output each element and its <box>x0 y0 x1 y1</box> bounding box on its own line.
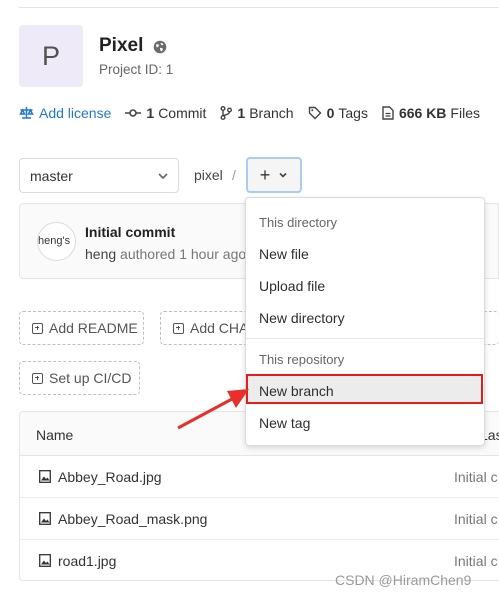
commits-label: Commit <box>158 105 207 121</box>
files-size: 666 KB <box>398 105 447 121</box>
scale-icon <box>19 107 34 119</box>
tags-label: Tags <box>338 105 368 121</box>
file-commit[interactable]: Initial c <box>454 553 498 569</box>
commit-icon <box>125 109 142 117</box>
branches-count: 1 <box>237 105 246 121</box>
plus-square-icon <box>32 372 43 384</box>
watermark: CSDN @HiramChen9 <box>335 572 472 588</box>
file-icon <box>382 106 394 120</box>
project-stats: Add license 1 Commit 1 Branch 0 Tags 666… <box>19 104 494 122</box>
table-row[interactable]: Abbey_Road_mask.png Initial c <box>20 498 499 540</box>
chevron-down-icon <box>279 172 287 178</box>
commit-title[interactable]: Initial commit <box>85 224 175 240</box>
add-readme-label: Add README <box>49 320 138 336</box>
plus-icon: + <box>259 165 271 185</box>
setup-ci-button[interactable]: Set up CI/CD <box>19 361 140 395</box>
commit-author[interactable]: heng <box>85 246 116 262</box>
commit-meta: heng authored 1 hour ago <box>85 246 246 262</box>
breadcrumb-separator: / <box>232 167 236 183</box>
add-changelog-button[interactable]: Add CHA <box>160 311 248 345</box>
column-name: Name <box>36 427 74 443</box>
file-name[interactable]: Abbey_Road.jpg <box>58 469 162 485</box>
file-name[interactable]: Abbey_Road_mask.png <box>58 511 207 527</box>
add-readme-button[interactable]: Add README <box>19 311 144 345</box>
branches-label: Branch <box>249 105 294 121</box>
image-file-icon <box>39 554 51 567</box>
avatar-alt-text: heng's <box>38 235 71 247</box>
file-name[interactable]: road1.jpg <box>58 553 116 569</box>
project-title[interactable]: Pixel <box>99 35 143 57</box>
branch-selector-value: master <box>30 167 73 184</box>
table-row[interactable]: Abbey_Road.jpg Initial c <box>20 456 499 498</box>
tags-count: 0 <box>326 105 335 121</box>
add-license-label: Add license <box>39 105 112 121</box>
commit-action: authored <box>120 246 176 262</box>
menu-item-upload-file[interactable]: Upload file <box>259 278 325 294</box>
dropdown-header-directory: This directory <box>259 215 338 230</box>
breadcrumb-repo[interactable]: pixel <box>194 167 223 183</box>
commits-count: 1 <box>146 105 155 121</box>
add-to-tree-button[interactable]: + <box>246 157 302 193</box>
add-license-link[interactable]: Add license <box>19 105 111 121</box>
commits-link[interactable]: 1 Commit <box>125 105 206 121</box>
commit-author-avatar[interactable]: heng's <box>37 222 76 261</box>
menu-item-new-directory[interactable]: New directory <box>259 310 345 326</box>
commit-time: 1 hour ago <box>179 246 247 262</box>
branches-link[interactable]: 1 Branch <box>220 105 294 121</box>
image-file-icon <box>39 470 51 483</box>
menu-item-new-branch[interactable]: New branch <box>259 383 334 399</box>
image-file-icon <box>39 512 51 525</box>
tag-icon <box>308 106 322 120</box>
add-dropdown-menu: This directory New file Upload file New … <box>245 197 485 446</box>
branch-icon <box>220 106 233 120</box>
setup-ci-label: Set up CI/CD <box>49 370 132 386</box>
dropdown-divider <box>246 338 484 339</box>
add-changelog-label: Add CHA <box>190 320 248 336</box>
project-id: Project ID: 1 <box>99 62 174 77</box>
files-link[interactable]: 666 KB Files <box>382 105 480 121</box>
file-commit[interactable]: Initial c <box>454 511 498 527</box>
top-divider <box>19 7 499 8</box>
plus-square-icon <box>173 322 184 334</box>
project-avatar[interactable]: P <box>19 25 83 87</box>
plus-square-icon <box>32 322 43 334</box>
menu-item-new-file[interactable]: New file <box>259 246 309 262</box>
menu-item-new-tag[interactable]: New tag <box>259 415 310 431</box>
annotation-arrow-icon <box>177 389 249 430</box>
files-label: Files <box>450 105 480 121</box>
globe-icon <box>153 40 167 54</box>
branch-selector[interactable]: master <box>19 158 179 193</box>
chevron-down-icon <box>158 173 168 180</box>
file-commit[interactable]: Initial c <box>454 469 498 485</box>
dropdown-header-repository: This repository <box>259 352 345 367</box>
tags-link[interactable]: 0 Tags <box>308 105 368 121</box>
